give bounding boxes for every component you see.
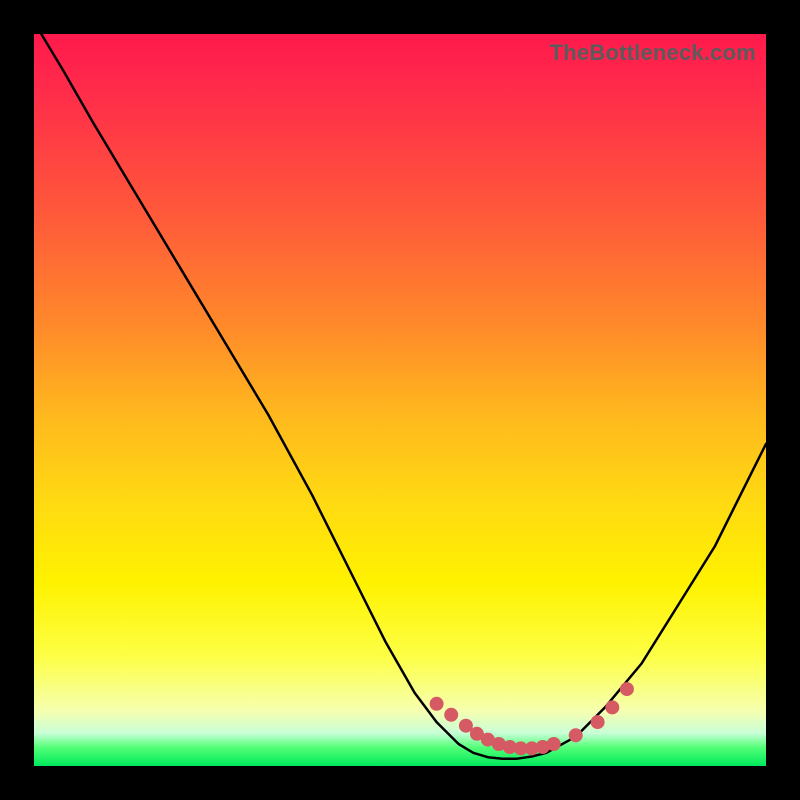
outer-frame: TheBottleneck.com: [0, 0, 800, 800]
chart-svg: [34, 34, 766, 766]
curve-marker: [591, 715, 605, 729]
plot-area: TheBottleneck.com: [34, 34, 766, 766]
curve-marker: [569, 728, 583, 742]
curve-marker: [605, 700, 619, 714]
bottleneck-curve: [41, 34, 766, 759]
curve-marker: [444, 708, 458, 722]
curve-marker: [547, 737, 561, 751]
curve-marker: [430, 697, 444, 711]
watermark-text: TheBottleneck.com: [550, 40, 756, 66]
curve-marker: [620, 682, 634, 696]
